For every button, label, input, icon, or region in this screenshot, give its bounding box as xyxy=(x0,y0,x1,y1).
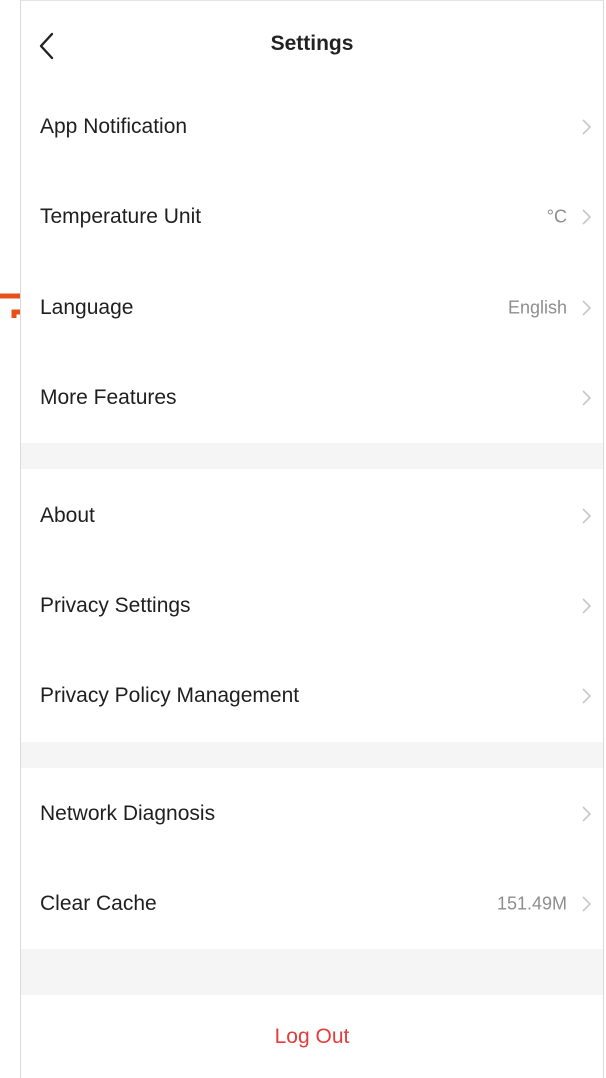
setting-row-clear-cache[interactable]: Clear Cache 151.49M xyxy=(21,859,603,949)
setting-label: About xyxy=(40,504,95,527)
chevron-right-icon xyxy=(582,300,592,316)
setting-label: Network Diagnosis xyxy=(40,802,216,825)
setting-value: English xyxy=(507,297,567,318)
section-separator xyxy=(21,949,603,995)
chevron-right-icon xyxy=(582,806,592,822)
setting-row-language[interactable]: Language English xyxy=(21,263,603,353)
chevron-right-icon xyxy=(582,508,592,524)
chevron-right-icon xyxy=(582,119,592,135)
chevron-right-icon xyxy=(582,688,592,704)
logout-button[interactable]: Log Out xyxy=(21,996,603,1078)
section-separator xyxy=(21,742,603,768)
setting-value: 151.49M xyxy=(496,893,567,914)
chevron-right-icon xyxy=(582,598,592,614)
setting-row-network-diagnosis[interactable]: Network Diagnosis xyxy=(21,769,603,859)
settings-screen: Settings App Notification Temperature Un… xyxy=(20,0,604,1078)
setting-row-privacy-settings[interactable]: Privacy Settings xyxy=(21,561,603,651)
setting-value: °C xyxy=(546,206,567,227)
setting-row-privacy-policy-management[interactable]: Privacy Policy Management xyxy=(21,651,603,741)
setting-row-app-notification[interactable]: App Notification xyxy=(21,82,603,172)
chevron-right-icon xyxy=(582,209,592,225)
chevron-right-icon xyxy=(582,390,592,406)
section-separator xyxy=(21,443,603,469)
setting-label: More Features xyxy=(40,386,177,409)
setting-label: Language xyxy=(40,296,134,319)
setting-label: Privacy Settings xyxy=(40,594,191,617)
setting-label: App Notification xyxy=(40,115,188,138)
logout-label: Log Out xyxy=(274,1025,350,1048)
setting-row-temperature-unit[interactable]: Temperature Unit °C xyxy=(21,172,603,262)
setting-label: Privacy Policy Management xyxy=(40,684,300,707)
setting-row-more-features[interactable]: More Features xyxy=(21,353,603,443)
chevron-right-icon xyxy=(582,896,592,912)
nav-header: Settings xyxy=(21,0,603,90)
setting-label: Temperature Unit xyxy=(40,205,202,228)
page-title: Settings xyxy=(270,32,354,55)
setting-row-about[interactable]: About xyxy=(21,471,603,561)
setting-label: Clear Cache xyxy=(40,892,157,915)
